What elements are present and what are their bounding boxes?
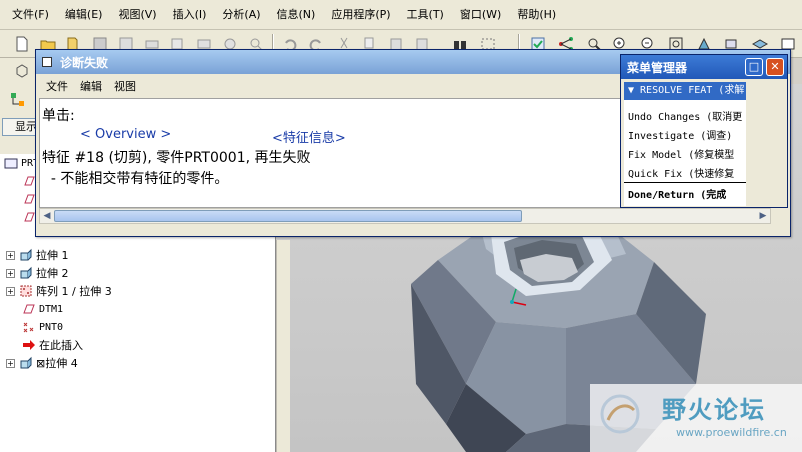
datum-plane-icon [22, 210, 36, 224]
tree-item-extrude-1[interactable]: + 拉伸 1 [6, 246, 69, 264]
part-icon [4, 156, 18, 170]
menu-edit[interactable]: 编辑(E) [57, 0, 111, 30]
datum-point-icon [22, 320, 36, 334]
undo-changes-option[interactable]: Undo Changes (取消更 [628, 108, 742, 123]
menu-separator [624, 182, 746, 183]
model-tree-tab-icon[interactable] [8, 90, 28, 110]
forum-watermark: 野火论坛 www.proewildfire.cn [590, 384, 802, 452]
scroll-left-icon[interactable]: ◀ [40, 209, 54, 223]
quick-fix-option[interactable]: Quick Fix (快速修复 [628, 165, 734, 180]
investigate-option[interactable]: Investigate (调查) [628, 127, 732, 142]
tree-item-label: 拉伸 2 [36, 267, 69, 280]
extrude-icon [19, 356, 33, 370]
dialog-title: 诊断失败 [60, 55, 109, 70]
menu-info[interactable]: 信息(N) [269, 0, 324, 30]
tree-item-pnt0[interactable]: PNT0 [22, 318, 63, 336]
tree-item-extrude-2[interactable]: + 拉伸 2 [6, 264, 69, 282]
dialog-horizontal-scrollbar[interactable]: ◀ ▶ [39, 208, 771, 224]
menu-file[interactable]: 文件(F) [4, 0, 57, 30]
scroll-thumb[interactable] [54, 210, 522, 222]
dialog-menu-file[interactable]: 文件 [40, 78, 74, 94]
expand-toggle[interactable]: + [6, 286, 15, 296]
menu-tools[interactable]: 工具(T) [399, 0, 452, 30]
tree-item-label: 拉伸 1 [36, 249, 69, 262]
tree-item-label: ⊠拉伸 4 [36, 357, 78, 370]
tree-item-dtm1[interactable]: DTM1 [22, 300, 63, 318]
datum-plane-icon [22, 192, 36, 206]
extrude-icon [19, 248, 33, 262]
tree-item-label: 在此插入 [39, 339, 83, 352]
watermark-title: 野火论坛 [662, 396, 766, 424]
menu-window[interactable]: 窗口(W) [452, 0, 509, 30]
failure-message: 特征 #18 (切剪), 零件PRT0001, 再生失败 [42, 150, 311, 166]
datum-plane-icon [22, 302, 36, 316]
cube-view-icon[interactable] [12, 61, 32, 81]
pattern-icon [19, 284, 33, 298]
tree-item-label: DTM1 [39, 303, 64, 315]
extrude-icon [19, 266, 33, 280]
dialog-menu-view[interactable]: 视图 [108, 78, 142, 94]
menu-manager-title: 菜单管理器 [627, 60, 688, 75]
resolve-feat-header[interactable]: ▼ RESOLVE FEAT (求解 [624, 82, 746, 100]
window-icon [42, 57, 52, 67]
insert-here-arrow-icon [22, 338, 36, 352]
fix-model-option[interactable]: Fix Model (修复模型 [628, 146, 734, 161]
dialog-menu-edit[interactable]: 编辑 [74, 78, 108, 94]
failure-detail: - 不能相交带有特征的零件。 [42, 171, 229, 187]
tree-item-part[interactable]: PRT [4, 154, 39, 172]
menu-analysis[interactable]: 分析(A) [214, 0, 268, 30]
expand-toggle[interactable]: + [6, 250, 15, 260]
done-return-option[interactable]: Done/Return (完成 [628, 186, 726, 201]
expand-toggle[interactable]: + [6, 268, 15, 278]
menu-insert[interactable]: 插入(I) [165, 0, 215, 30]
tree-item-label: PNT0 [39, 321, 64, 333]
maximize-button[interactable]: □ [745, 58, 763, 76]
menu-help[interactable]: 帮助(H) [509, 0, 564, 30]
menu-applications[interactable]: 应用程序(P) [323, 0, 398, 30]
overview-link[interactable]: < Overview > [80, 127, 171, 142]
show-button[interactable]: 显示 [2, 118, 38, 136]
tree-item-pattern-1[interactable]: + 阵列 1 / 拉伸 3 [6, 282, 112, 300]
menu-manager-window: 菜单管理器 □ ✕ ▼ RESOLVE FEAT (求解 Undo Change… [620, 54, 788, 208]
new-file-icon[interactable] [12, 34, 32, 54]
menu-manager-list: ▼ RESOLVE FEAT (求解 Undo Changes (取消更 Inv… [624, 82, 746, 206]
main-menubar: 文件(F) 编辑(E) 视图(V) 插入(I) 分析(A) 信息(N) 应用程序… [0, 0, 802, 30]
feature-info-link[interactable]: <特征信息> [272, 127, 346, 146]
watermark-url: www.proewildfire.cn [676, 426, 787, 439]
viewport-vertical-scrollbar[interactable] [276, 240, 290, 452]
expand-toggle[interactable]: + [6, 358, 15, 368]
click-label: 单击: [42, 108, 75, 124]
tree-item-extrude-4[interactable]: + ⊠拉伸 4 [6, 354, 78, 372]
close-button[interactable]: ✕ [766, 58, 784, 76]
scroll-right-icon[interactable]: ▶ [756, 209, 770, 223]
dialog-menubar: 文件 编辑 视图 [36, 76, 142, 96]
tree-item-insert-here[interactable]: 在此插入 [22, 336, 83, 354]
datum-plane-icon [22, 174, 36, 188]
menu-view[interactable]: 视图(V) [110, 0, 164, 30]
secondary-toolbar [0, 58, 40, 84]
tree-item-label: 阵列 1 / 拉伸 3 [36, 285, 112, 298]
